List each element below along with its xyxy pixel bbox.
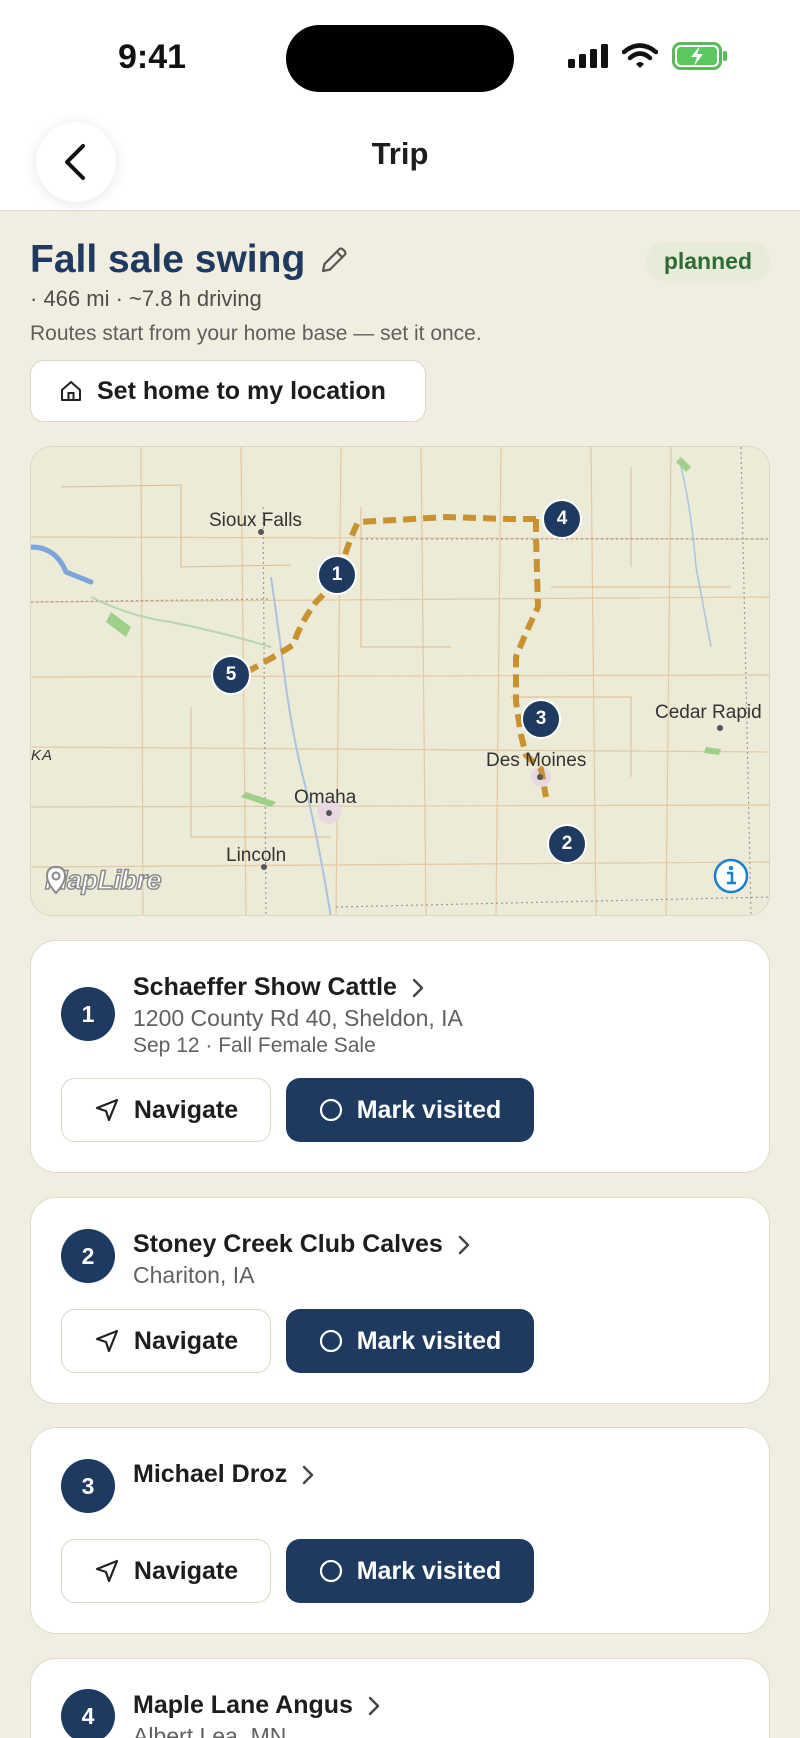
map-label-sioux-falls: Sioux Falls <box>209 510 302 531</box>
mark-visited-button[interactable]: Mark visited <box>286 1309 534 1373</box>
circle-icon <box>319 1098 342 1122</box>
stop-name[interactable]: Schaeffer Show Cattle <box>133 973 425 1002</box>
map-label-omaha: Omaha <box>294 787 357 808</box>
map-marker-1[interactable]: 1 <box>317 555 357 595</box>
mark-visited-label: Mark visited <box>356 1556 502 1585</box>
set-home-button[interactable]: Set home to my location <box>30 360 426 422</box>
trip-title-text: Fall sale swing <box>30 238 306 281</box>
stop-name-text: Stoney Creek Club Calves <box>133 1230 443 1258</box>
circle-icon <box>319 1559 342 1583</box>
stop-number-badge: 1 <box>61 987 115 1041</box>
route-map[interactable]: Sioux Falls Omaha Lincoln Des Moines Ced… <box>30 446 770 916</box>
status-badge: planned <box>645 242 770 281</box>
stop-number-badge: 3 <box>61 1459 115 1513</box>
battery-charging-icon <box>672 42 727 70</box>
stop-number-badge: 4 <box>61 1689 115 1738</box>
navigation-arrow-icon <box>95 1098 118 1122</box>
map-canvas <box>31 447 769 915</box>
map-label-ka: KA <box>31 747 54 764</box>
map-info-button[interactable] <box>712 857 750 895</box>
navigation-arrow-icon <box>95 1329 118 1353</box>
stop-address: Albert Lea, MN <box>133 1723 287 1738</box>
stop-card[interactable]: 3 Michael Droz Navigate Mark visited <box>30 1427 770 1634</box>
chevron-right-icon <box>303 1465 314 1484</box>
mark-visited-button[interactable]: Mark visited <box>286 1078 534 1142</box>
stop-name[interactable]: Michael Droz <box>133 1460 315 1489</box>
map-marker-2[interactable]: 2 <box>547 824 587 864</box>
stop-name[interactable]: Stoney Creek Club Calves <box>133 1230 471 1259</box>
home-icon <box>61 381 81 401</box>
stop-name-text: Schaeffer Show Cattle <box>133 973 397 1001</box>
dynamic-island <box>286 25 514 92</box>
set-home-label: Set home to my location <box>97 376 386 405</box>
stop-number-badge: 2 <box>61 1229 115 1283</box>
navigation-arrow-icon <box>95 1559 118 1583</box>
stop-address: Chariton, IA <box>133 1262 255 1288</box>
navigate-label: Navigate <box>133 1095 239 1124</box>
stop-name[interactable]: Maple Lane Angus <box>133 1691 381 1720</box>
navigate-button[interactable]: Navigate <box>61 1309 271 1373</box>
circle-icon <box>319 1329 342 1353</box>
navigate-label: Navigate <box>133 1326 239 1355</box>
cellular-signal-icon <box>568 44 608 68</box>
status-icons <box>568 42 728 70</box>
mark-visited-button[interactable]: Mark visited <box>286 1539 534 1603</box>
mark-visited-label: Mark visited <box>356 1095 502 1124</box>
status-time: 9:41 <box>118 38 187 76</box>
navigate-button[interactable]: Navigate <box>61 1078 271 1142</box>
map-pin-icon <box>45 865 67 895</box>
status-bar: 9:41 <box>0 0 800 110</box>
trip-meta: · 466 mi · ~7.8 h driving <box>30 286 262 311</box>
mark-visited-label: Mark visited <box>356 1326 502 1355</box>
maplibre-logo: MapLibre <box>44 864 162 896</box>
map-marker-3[interactable]: 3 <box>521 699 561 739</box>
info-icon <box>713 858 749 894</box>
stop-address: 1200 County Rd 40, Sheldon, IA <box>133 1005 463 1031</box>
stop-name-text: Michael Droz <box>133 1460 288 1488</box>
chevron-right-icon <box>458 1235 470 1254</box>
map-label-lincoln: Lincoln <box>226 845 287 866</box>
map-marker-4[interactable]: 4 <box>542 499 582 539</box>
chevron-right-icon <box>368 1696 380 1715</box>
trip-title: Fall sale swing <box>30 238 349 282</box>
stop-card[interactable]: 1 Schaeffer Show Cattle 1200 County Rd 4… <box>30 940 770 1173</box>
map-label-cedar-rapids: Cedar Rapid <box>655 702 762 723</box>
page-title: Trip <box>371 136 429 171</box>
map-marker-5[interactable]: 5 <box>211 655 251 695</box>
stop-card[interactable]: 2 Stoney Creek Club Calves Chariton, IA … <box>30 1197 770 1404</box>
home-base-hint: Routes start from your home base — set i… <box>30 322 482 345</box>
nav-header: Trip <box>0 110 800 211</box>
navigate-label: Navigate <box>133 1556 239 1585</box>
stop-date: Sep 12 · Fall Female Sale <box>133 1034 376 1057</box>
navigate-button[interactable]: Navigate <box>61 1539 271 1603</box>
wifi-icon <box>622 43 658 68</box>
stop-name-text: Maple Lane Angus <box>133 1691 353 1719</box>
chevron-right-icon <box>412 978 424 997</box>
stop-card[interactable]: 4 Maple Lane Angus Albert Lea, MN <box>30 1658 770 1738</box>
map-label-des-moines: Des Moines <box>486 750 587 771</box>
pencil-edit-icon[interactable] <box>319 245 349 275</box>
